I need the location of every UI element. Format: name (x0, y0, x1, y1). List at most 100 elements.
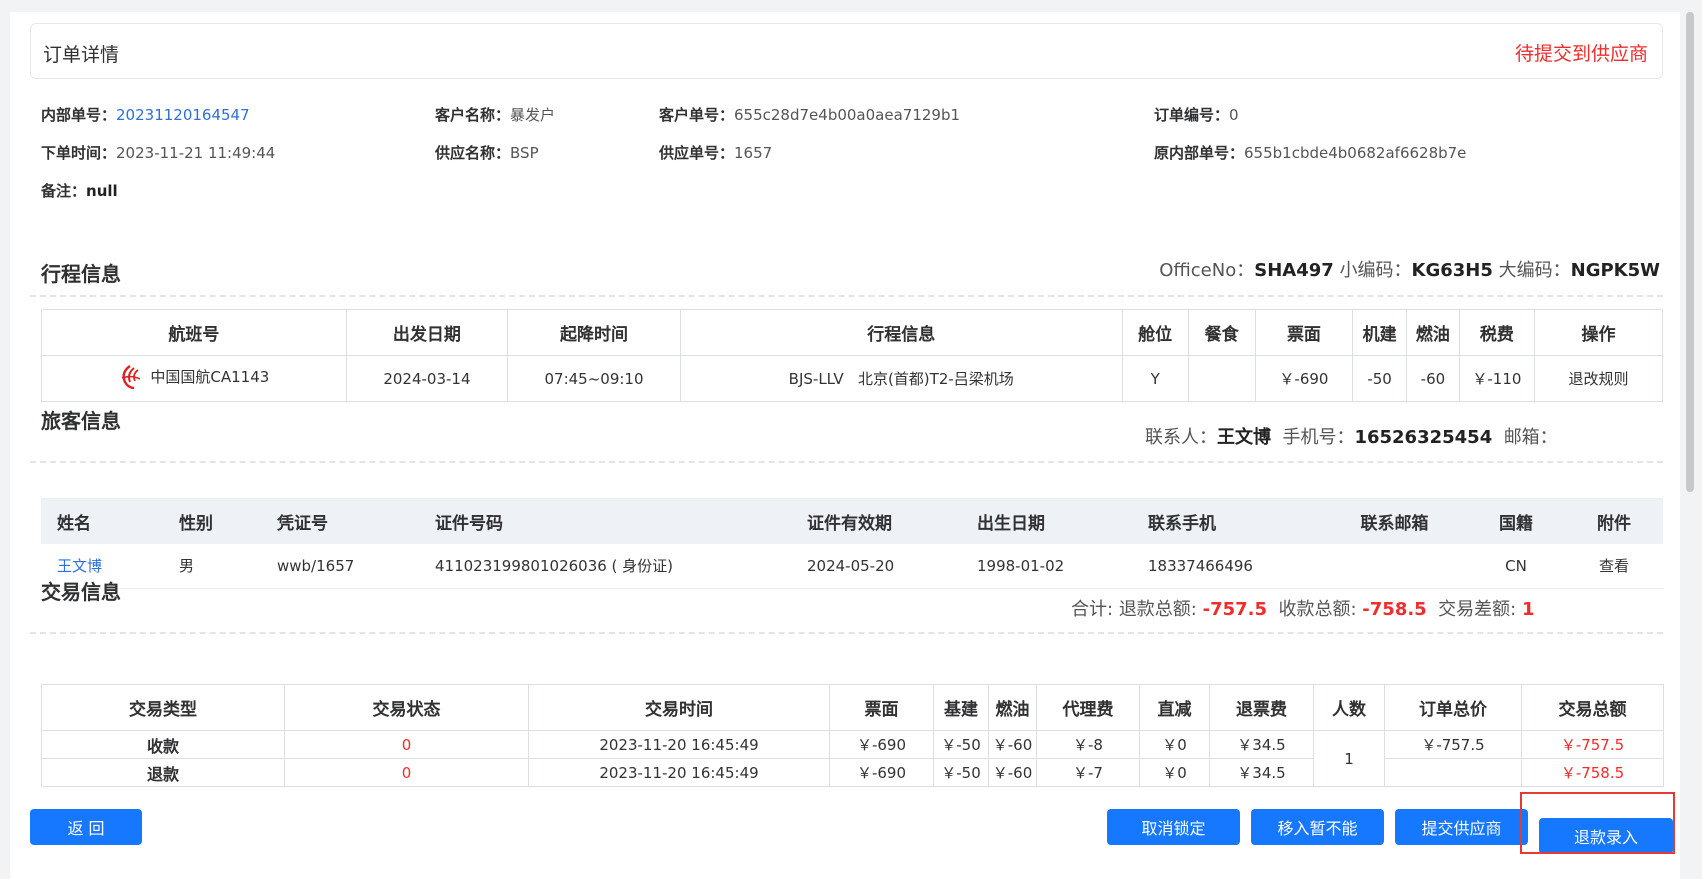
base-fee: ￥-50 (933, 758, 989, 787)
trade-type: 收款 (41, 730, 285, 759)
supplier-name-field: 供应名称：BSP (435, 142, 539, 163)
office-label: OfficeNo： (1159, 260, 1255, 281)
table-row: 退款 0 2023-11-20 16:45:49 ￥-690 ￥-50 ￥-60… (41, 758, 1664, 787)
col-header: 燃油 (988, 684, 1037, 731)
vertical-scrollbar[interactable] (1686, 12, 1694, 492)
order-no-value: 0 (1229, 106, 1239, 124)
phone-value: 16526325454 (1354, 427, 1493, 448)
total-label: 合计: (1071, 599, 1114, 620)
col-header: 操作 (1533, 309, 1664, 356)
highlight-box (1520, 792, 1675, 854)
trade-table: 交易类型 交易状态 交易时间 票面 基建 燃油 代理费 直减 退票费 人数 订单… (41, 684, 1664, 787)
phone-label: 手机号： (1282, 427, 1355, 448)
page-title: 订单详情 (43, 44, 120, 66)
flight-table: 航班号 出发日期 起降时间 行程信息 舱位 餐食 票面 机建 燃油 税费 操作 (41, 309, 1664, 402)
flight-number: 中国国航CA1143 (150, 368, 270, 386)
col-header: 出发日期 (345, 309, 509, 356)
agent-fee: ￥-7 (1036, 758, 1140, 787)
email-label: 邮箱： (1503, 427, 1558, 448)
flight-cell: 中国国航CA1143 (41, 355, 347, 402)
customer-no-label: 客户单号： (659, 106, 735, 124)
trade-summary: 合计: 退款总额: -757.5 收款总额: -758.5 交易差额: 1 (1071, 595, 1535, 621)
receive-total-label: 收款总额: (1278, 599, 1357, 620)
order-time-label: 下单时间： (41, 144, 117, 162)
tax: ￥-110 (1458, 355, 1535, 402)
small-code-label: 小编码： (1339, 260, 1412, 281)
refund-total-label: 退款总额: (1118, 599, 1197, 620)
fare: ￥-690 (829, 758, 934, 787)
flight-time: 07:45~09:10 (507, 355, 681, 402)
col-header: 舱位 (1121, 309, 1189, 356)
col-header: 交易时间 (528, 684, 830, 731)
col-header: 航班号 (41, 309, 347, 356)
discount: ￥0 (1139, 730, 1210, 759)
col-header: 燃油 (1406, 309, 1460, 356)
table-row: 收款 0 2023-11-20 16:45:49 ￥-690 ￥-50 ￥-60… (41, 730, 1664, 787)
supplier-name-value: BSP (510, 144, 539, 162)
internal-no-field: 内部单号：20231120164547 (41, 104, 250, 125)
customer-name-label: 客户名称： (435, 106, 511, 124)
submit-supplier-button[interactable]: 提交供应商 (1395, 809, 1528, 845)
contact-label: 联系人： (1145, 427, 1217, 448)
col-header: 行程信息 (679, 309, 1123, 356)
divider (30, 632, 1663, 634)
contact-value: 王文博 (1217, 427, 1271, 448)
people-count: 1 (1313, 730, 1385, 787)
meal (1187, 355, 1256, 402)
customer-name-value: 暴发户 (510, 106, 556, 124)
col-header: 基建 (933, 684, 989, 731)
orig-internal-no-field: 原内部单号：655b1cbde4b0682af6628b7e (1154, 142, 1466, 163)
agent-fee: ￥-8 (1036, 730, 1140, 759)
internal-no-link[interactable]: 20231120164547 (116, 106, 250, 124)
customer-name-field: 客户名称：暴发户 (435, 104, 555, 125)
col-header: 性别 (179, 513, 213, 534)
big-code-label: 大编码： (1498, 260, 1571, 281)
col-header: 附件 (1597, 513, 1631, 534)
col-header: 证件有效期 (807, 513, 892, 534)
col-header: 联系邮箱 (1360, 513, 1429, 534)
col-header: 税费 (1458, 309, 1535, 356)
view-attachment-link[interactable]: 查看 (1565, 544, 1663, 589)
orig-internal-no-label: 原内部单号： (1154, 144, 1245, 162)
route-info: BJS-LLV 北京(首都)T2-吕梁机场 (679, 355, 1123, 402)
col-header: 姓名 (57, 513, 91, 534)
fare: ￥-690 (829, 730, 934, 759)
refund-rules-link[interactable]: 退改规则 (1533, 355, 1664, 402)
order-status: 待提交到供应商 (1514, 43, 1648, 65)
cabin: Y (1121, 355, 1189, 402)
airport-fee: -50 (1352, 355, 1408, 402)
voucher-no: wwb/1657 (261, 544, 419, 589)
supplier-no-value: 1657 (734, 144, 773, 162)
col-header: 直减 (1139, 684, 1210, 731)
col-header: 票面 (1254, 309, 1354, 356)
col-header: 国籍 (1499, 513, 1533, 534)
office-value: SHA497 (1254, 260, 1334, 281)
back-button[interactable]: 返 回 (30, 809, 142, 845)
fare: ￥-690 (1254, 355, 1354, 402)
id-expiry: 2024-05-20 (791, 544, 961, 589)
passenger-title: 旅客信息 (41, 409, 121, 433)
itinerary-title: 行程信息 (41, 262, 121, 286)
cancel-lock-button[interactable]: 取消锁定 (1107, 809, 1240, 845)
fuel-fee: ￥-60 (988, 758, 1037, 787)
air-china-logo-icon (122, 364, 141, 389)
fuel-fee: -60 (1406, 355, 1460, 402)
email (1322, 544, 1467, 589)
receive-total-value: -758.5 (1362, 599, 1427, 620)
customer-no-field: 客户单号：655c28d7e4b00a0aea7129b1 (659, 104, 960, 125)
big-code-value: NGPK5W (1570, 260, 1660, 281)
passenger-table-header: 姓名 性别 凭证号 证件号码 证件有效期 出生日期 联系手机 联系邮箱 国籍 附… (41, 498, 1663, 544)
remark-value: null (86, 182, 118, 200)
departure-date: 2024-03-14 (345, 355, 509, 402)
order-time-value: 2023-11-21 11:49:44 (116, 144, 276, 162)
col-header: 出生日期 (977, 513, 1045, 534)
birth-date: 1998-01-02 (961, 544, 1132, 589)
trade-time: 2023-11-20 16:45:49 (528, 730, 830, 759)
order-detail-page: 订单详情 待提交到供应商 内部单号：20231120164547 客户名称：暴发… (10, 12, 1680, 879)
refund-fee: ￥34.5 (1209, 730, 1314, 759)
diff-value: 1 (1521, 599, 1535, 620)
move-pending-button[interactable]: 移入暂不能 (1251, 809, 1384, 845)
trade-title: 交易信息 (41, 580, 121, 604)
col-header: 交易状态 (284, 684, 529, 731)
flight-table-header: 航班号 出发日期 起降时间 行程信息 舱位 餐食 票面 机建 燃油 税费 操作 (41, 309, 1664, 356)
